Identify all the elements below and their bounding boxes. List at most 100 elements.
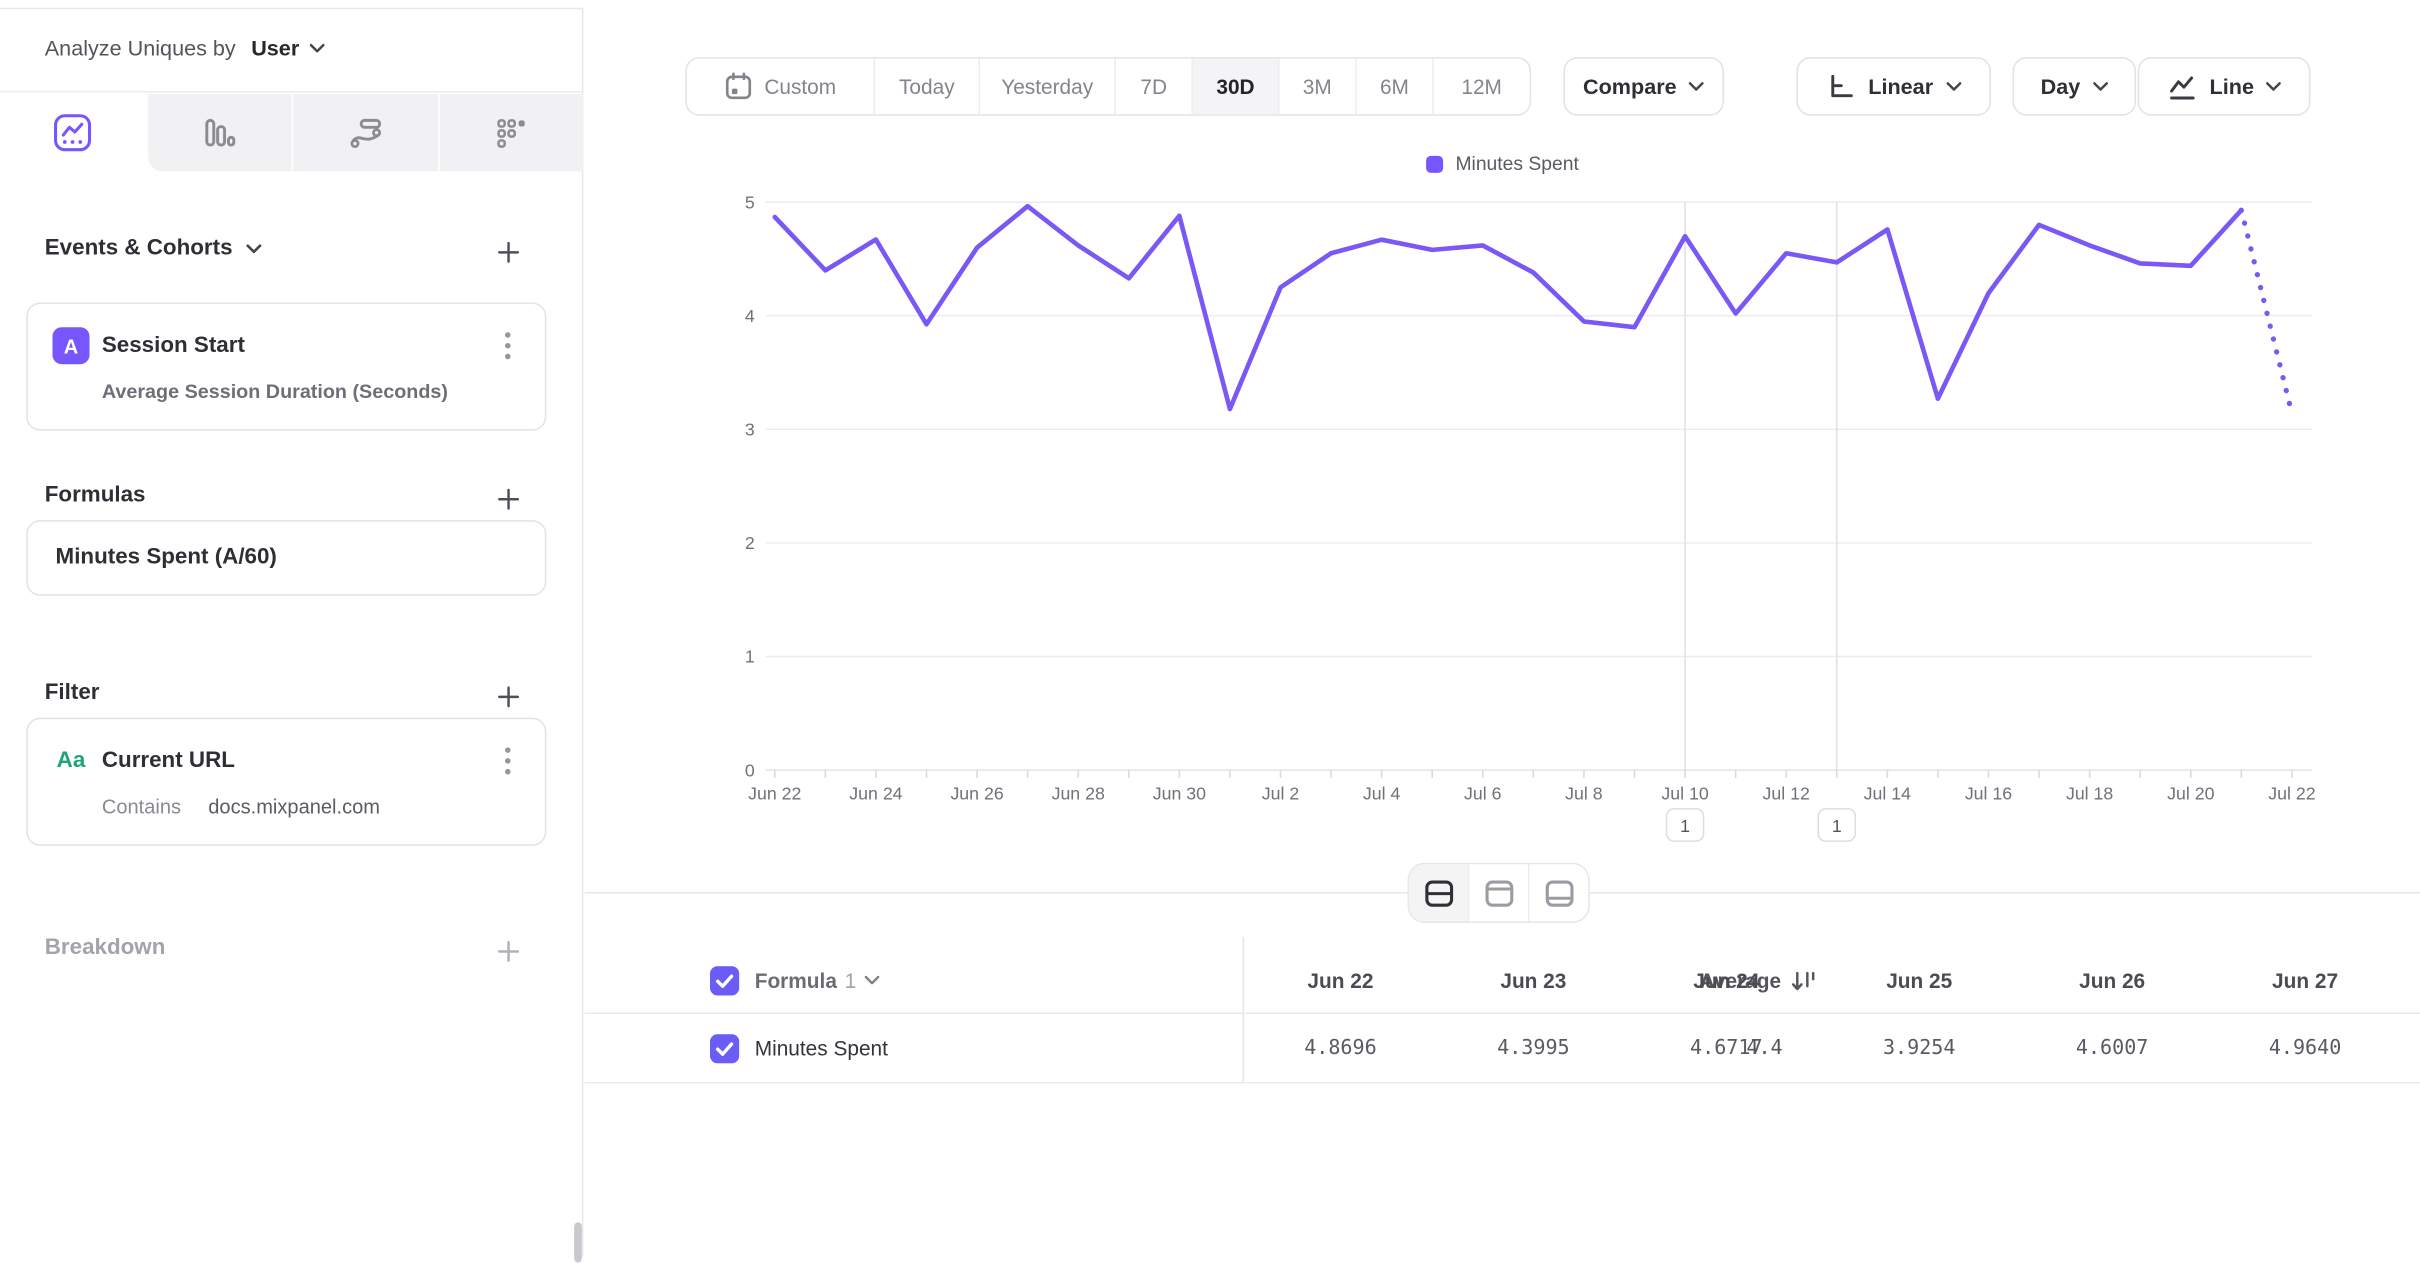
checkbox-check-icon <box>710 966 739 995</box>
x-axis-label: Jul 22 <box>2268 783 2315 803</box>
formula-checkbox[interactable] <box>710 966 739 995</box>
tab-bar-chart[interactable] <box>146 94 292 171</box>
x-axis-label: Jul 8 <box>1565 783 1603 803</box>
date-column-header[interactable]: Jun 27 <box>2209 949 2402 1012</box>
value-cell: 3.9254 <box>1823 1014 2016 1082</box>
compare-button[interactable]: Compare <box>1563 57 1724 116</box>
query-builder-sidebar: Analyze Uniques by User <box>0 8 583 1257</box>
series-line-incomplete <box>2241 210 2292 413</box>
scale-selector-button[interactable]: Linear <box>1797 57 1991 116</box>
y-axis-label: 4 <box>745 306 755 326</box>
x-axis-label: Jun 28 <box>1052 783 1105 803</box>
analyze-uniques-label: Analyze Uniques by <box>45 35 236 60</box>
interval-selector-button[interactable]: Day <box>2013 57 2136 116</box>
chart-legend[interactable]: Minutes Spent <box>585 153 2420 175</box>
date-range-control: CustomTodayYesterday7D30D3M6M12M <box>685 57 1531 116</box>
chevron-down-icon <box>1689 81 1704 92</box>
x-axis-label: Jul 20 <box>2167 783 2214 803</box>
layout-toggle-chart-top[interactable] <box>1469 864 1529 921</box>
analyze-uniques-value-dropdown[interactable]: User <box>251 35 299 60</box>
flows-icon <box>347 114 384 151</box>
filter-value[interactable]: docs.mixpanel.com <box>208 795 380 818</box>
x-axis-label: Jun 26 <box>950 783 1003 803</box>
tab-flows[interactable] <box>292 94 438 171</box>
date-column-header[interactable]: Jun 25 <box>1823 949 2016 1012</box>
breakdown-title: Breakdown <box>45 935 166 960</box>
x-axis-label: Jul 2 <box>1262 783 1299 803</box>
filter-title: Filter <box>45 681 100 706</box>
add-breakdown-button[interactable] <box>489 932 526 969</box>
x-axis-label: Jul 10 <box>1661 783 1708 803</box>
filter-kebab-menu[interactable] <box>492 744 523 778</box>
chevron-down-icon[interactable] <box>309 42 326 53</box>
chart-top-view-icon <box>1482 877 1514 908</box>
event-card-session-start[interactable]: A Session Start Average Session Duration… <box>26 303 546 431</box>
layout-toggle-group <box>1408 863 1590 923</box>
string-property-badge: Aa <box>49 744 92 778</box>
add-filter-button[interactable] <box>489 678 526 715</box>
date-range-7d[interactable]: 7D <box>1116 59 1193 115</box>
y-axis-label: 2 <box>745 533 755 553</box>
x-axis-label: Jun 30 <box>1153 783 1206 803</box>
date-column-header[interactable]: Jun 22 <box>1244 949 1437 1012</box>
formula-card[interactable]: Minutes Spent (A/60) <box>26 520 546 596</box>
x-axis-label: Jul 6 <box>1464 783 1502 803</box>
plus-icon <box>496 684 519 707</box>
formulas-title: Formulas <box>45 483 146 508</box>
value-cell: 4.6717 <box>1630 1014 1823 1082</box>
chevron-down-icon <box>2266 81 2281 92</box>
date-column-header[interactable]: Jun 24 <box>1630 949 1823 1012</box>
x-axis-label: Jul 18 <box>2066 783 2113 803</box>
table-row[interactable]: Minutes Spent 4.4 4.86964.39954.67173.92… <box>585 1014 2420 1083</box>
date-range-12m[interactable]: 12M <box>1434 59 1530 115</box>
y-axis-label: 0 <box>745 760 755 780</box>
x-axis-label: Jul 12 <box>1763 783 1810 803</box>
event-measurement[interactable]: Average Session Duration (Seconds) <box>102 380 448 403</box>
add-formula-button[interactable] <box>489 480 526 517</box>
date-range-3m[interactable]: 3M <box>1279 59 1356 115</box>
formula-expression[interactable]: Minutes Spent (A/60) <box>56 545 277 570</box>
legend-swatch <box>1426 155 1443 172</box>
filter-property-name[interactable]: Current URL <box>102 749 235 774</box>
event-name[interactable]: Session Start <box>102 333 245 358</box>
events-cohorts-title[interactable]: Events & Cohorts <box>45 236 262 261</box>
add-event-button[interactable] <box>489 233 526 270</box>
date-range-custom[interactable]: Custom <box>687 59 875 115</box>
layout-toggle-table-bottom[interactable] <box>1530 864 1589 921</box>
line-chart[interactable]: 01234511Jun 22Jun 24Jun 26Jun 28Jun 30Ju… <box>707 182 2324 870</box>
tab-line-chart[interactable] <box>0 94 146 171</box>
date-column-header[interactable]: Jun 23 <box>1437 949 1630 1012</box>
date-column-header[interactable]: Jun 26 <box>2016 949 2209 1012</box>
sidebar-scrollbar-thumb[interactable] <box>574 1222 582 1262</box>
tab-metrics[interactable] <box>438 94 584 171</box>
series-checkbox[interactable] <box>710 1033 739 1062</box>
chevron-down-icon <box>864 975 879 986</box>
series-line[interactable] <box>775 206 2242 409</box>
event-kebab-menu[interactable] <box>492 329 523 363</box>
filter-operator[interactable]: Contains <box>102 795 181 818</box>
y-axis-label: 5 <box>745 192 755 212</box>
analyze-uniques-bar: Analyze Uniques by User <box>0 9 582 92</box>
filter-card-current-url[interactable]: Aa Current URL Contains docs.mixpanel.co… <box>26 718 546 846</box>
table-date-headers: Jun 22Jun 23Jun 24Jun 25Jun 26Jun 27 <box>1244 949 2402 1012</box>
y-axis-label: 1 <box>745 647 755 667</box>
metrics-icon <box>493 114 530 151</box>
x-axis-label: Jul 16 <box>1965 783 2012 803</box>
date-range-yesterday[interactable]: Yesterday <box>980 59 1116 115</box>
value-cell: 4.6007 <box>2016 1014 2209 1082</box>
chevron-down-icon <box>245 243 262 254</box>
series-name: Minutes Spent <box>755 1036 888 1059</box>
date-range-today[interactable]: Today <box>875 59 980 115</box>
chevron-down-icon <box>2093 81 2108 92</box>
y-axis-label: 3 <box>745 420 755 440</box>
formula-header[interactable]: Formula 1 <box>755 969 880 992</box>
plus-icon <box>496 939 519 962</box>
chart-type-selector-button[interactable]: Line <box>2138 57 2311 116</box>
layout-toggle-split-view[interactable] <box>1409 864 1469 921</box>
kebab-icon <box>505 332 511 360</box>
visualization-tabs <box>0 94 583 171</box>
table-header-row: Formula 1 Average Jun 22Jun 23Jun 24Jun … <box>585 949 2420 1014</box>
annotation-badge-label: 1 <box>1680 816 1690 836</box>
date-range-6m[interactable]: 6M <box>1357 59 1434 115</box>
date-range-30d[interactable]: 30D <box>1193 59 1279 115</box>
